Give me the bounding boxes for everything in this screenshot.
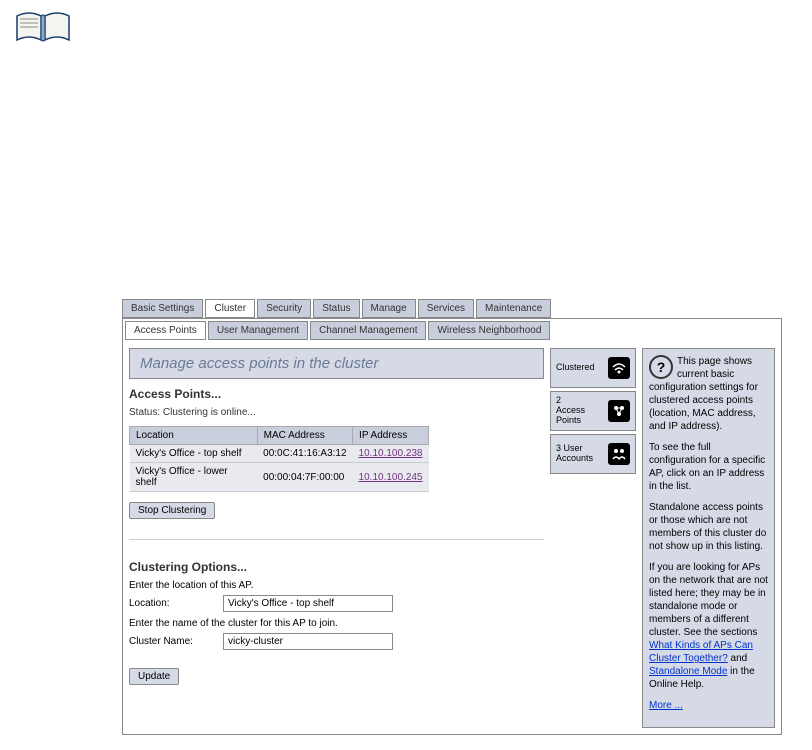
tab-services[interactable]: Services [418,299,474,318]
page-title: Manage access points in the cluster [129,348,544,379]
divider [129,539,544,540]
cluster-name-label: Cluster Name: [129,636,215,647]
right-panel: Clustered 2AccessPoints 3 UserAccounts [550,348,775,728]
help-text: Standalone access points or those which … [649,501,768,553]
users-icon [608,443,630,465]
access-points-box[interactable]: 2AccessPoints [550,391,636,431]
subtab-user-management[interactable]: User Management [208,321,308,340]
access-points-table: Location MAC Address IP Address Vicky's … [129,426,429,492]
ip-link[interactable]: 10.10.100.238 [359,448,423,459]
main-panel: Manage access points in the cluster Acce… [129,348,550,728]
tab-maintenance[interactable]: Maintenance [476,299,551,318]
clustered-box[interactable]: Clustered [550,348,636,388]
status-text: Status: Clustering is online... [129,407,544,418]
content-frame: Manage access points in the cluster Acce… [122,342,782,735]
more-link[interactable]: More ... [649,700,683,711]
tab-manage[interactable]: Manage [362,299,416,318]
help-icon: ? [649,355,673,379]
ap-count-label: 2AccessPoints [556,396,585,426]
cell-mac: 00:0C:41:16:A3:12 [257,445,352,463]
table-row: Vicky's Office - top shelf 00:0C:41:16:A… [130,445,429,463]
clustered-label: Clustered [556,363,595,373]
stop-clustering-button[interactable]: Stop Clustering [129,502,215,519]
help-text: If you are looking for APs on the networ… [649,561,768,691]
cell-location: Vicky's Office - top shelf [130,445,258,463]
cell-mac: 00:00:04:7F:00:00 [257,463,352,492]
subtab-wireless-neighborhood[interactable]: Wireless Neighborhood [428,321,550,340]
wireless-icon [608,357,630,379]
user-count-label: 3 UserAccounts [556,444,593,464]
subtab-channel-management[interactable]: Channel Management [310,321,426,340]
access-points-heading: Access Points... [129,387,544,401]
col-mac: MAC Address [257,427,352,445]
tab-status[interactable]: Status [313,299,359,318]
location-prompt: Enter the location of this AP. [129,580,544,591]
cluster-name-input[interactable] [223,633,393,650]
update-button[interactable]: Update [129,668,179,685]
clustering-options-heading: Clustering Options... [129,560,544,574]
col-ip: IP Address [353,427,429,445]
user-accounts-box[interactable]: 3 UserAccounts [550,434,636,474]
location-input[interactable] [223,595,393,612]
main-tabs: Basic Settings Cluster Security Status M… [122,299,782,318]
subtab-access-points[interactable]: Access Points [125,321,206,340]
cell-location: Vicky's Office - lower shelf [130,463,258,492]
location-label: Location: [129,598,215,609]
help-text: To see the full configuration for a spec… [649,441,768,493]
cluster-prompt: Enter the name of the cluster for this A… [129,618,544,629]
tab-basic[interactable]: Basic Settings [122,299,203,318]
ap-icon [608,400,630,422]
help-panel: ? This page shows current basic configur… [642,348,775,728]
ip-link[interactable]: 10.10.100.245 [359,472,423,483]
book-icon [15,10,812,49]
tab-cluster[interactable]: Cluster [205,299,255,318]
help-link-standalone[interactable]: Standalone Mode [649,666,727,677]
sub-tabs: Access Points User Management Channel Ma… [122,318,782,342]
table-row: Vicky's Office - lower shelf 00:00:04:7F… [130,463,429,492]
tab-security[interactable]: Security [257,299,311,318]
col-location: Location [130,427,258,445]
